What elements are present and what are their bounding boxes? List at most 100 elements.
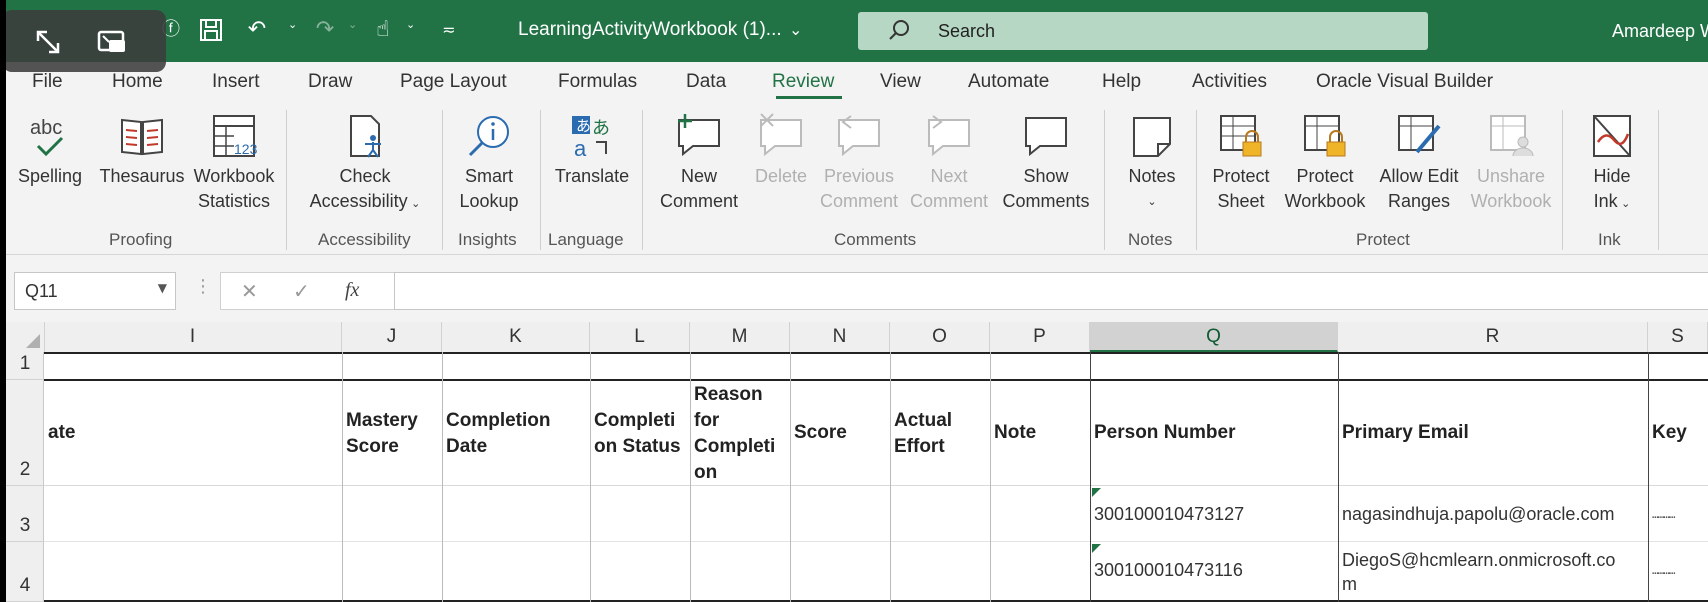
show-comments-button[interactable]: Show Comments (998, 112, 1094, 214)
allow-edit-ranges-button[interactable]: Allow Edit Ranges (1374, 112, 1464, 214)
header-cell-completion-date[interactable]: Completion Date (446, 408, 551, 460)
column-header-s[interactable]: S (1648, 322, 1708, 352)
more-options-icon[interactable]: ⋮ (194, 276, 212, 297)
tab-activities[interactable]: Activities (1192, 71, 1267, 93)
unshare-workbook-button[interactable]: Unshare Workbook (1466, 112, 1556, 214)
protect-workbook-button[interactable]: Protect Workbook (1280, 112, 1370, 214)
formula-input[interactable] (394, 272, 1708, 310)
undo-icon[interactable]: ↶ (242, 14, 272, 46)
header-cell-primary-email[interactable]: Primary Email (1342, 420, 1469, 446)
column-header-j[interactable]: J (342, 322, 442, 352)
header-cell-mastery-score[interactable]: Mastery Score (346, 408, 418, 460)
allow-edit-ranges-icon (1398, 115, 1441, 154)
svg-text:あ: あ (576, 118, 591, 135)
unshare-workbook-icon (1490, 115, 1534, 157)
picture-in-picture-icon[interactable] (94, 26, 130, 58)
expand-icon[interactable] (30, 26, 66, 58)
column-header-p[interactable]: P (990, 322, 1090, 352)
hide-ink-button[interactable]: Hide Ink ⌄ (1574, 112, 1650, 216)
insert-function-icon[interactable]: fx (345, 279, 359, 302)
tab-view[interactable]: View (880, 71, 921, 93)
chevron-down-icon: ⌄ (1617, 197, 1631, 210)
search-box[interactable]: Search (858, 12, 1428, 50)
row-border (44, 485, 1708, 486)
cell-primary-email[interactable]: nagasindhuja.papolu@oracle.com (1342, 504, 1614, 525)
column-border (442, 352, 443, 602)
row-header-1[interactable]: 1 (6, 352, 44, 380)
header-cell-score[interactable]: Score (794, 420, 847, 446)
tab-oracle-visual-builder[interactable]: Oracle Visual Builder (1316, 71, 1493, 93)
tab-review[interactable]: Review (772, 71, 834, 93)
name-box[interactable]: Q11 ▼ (14, 272, 176, 310)
document-title-dropdown-icon[interactable]: ⌄ (789, 20, 802, 39)
column-header-m[interactable]: M (690, 322, 790, 352)
touch-mode-dropdown-icon[interactable]: ⌄ (406, 18, 415, 31)
protect-sheet-icon (1220, 115, 1262, 157)
header-cell-i[interactable]: ate (48, 420, 75, 446)
thesaurus-button[interactable]: Thesaurus (98, 112, 186, 189)
tab-automate[interactable]: Automate (968, 71, 1049, 93)
redo-icon[interactable]: ↷ (310, 14, 340, 46)
undo-dropdown-icon[interactable]: ⌄ (288, 18, 297, 31)
header-cell-person-number[interactable]: Person Number (1094, 420, 1235, 446)
column-header-r[interactable]: R (1338, 322, 1648, 352)
tab-help[interactable]: Help (1102, 71, 1141, 93)
smart-lookup-button[interactable]: Smart Lookup (452, 112, 526, 214)
previous-comment-button[interactable]: Previous Comment (816, 112, 902, 214)
spelling-button[interactable]: abc Spelling (18, 112, 82, 189)
column-header-k[interactable]: K (442, 322, 590, 352)
row-header-3[interactable]: 3 (6, 486, 44, 542)
column-header-o[interactable]: O (890, 322, 990, 352)
tab-page-layout[interactable]: Page Layout (400, 71, 507, 93)
next-comment-button[interactable]: Next Comment (906, 112, 992, 214)
column-border (790, 352, 791, 602)
protect-sheet-button[interactable]: Protect Sheet (1206, 112, 1276, 214)
document-title[interactable]: LearningActivityWorkbook (1)... (518, 19, 782, 41)
workbook-statistics-button[interactable]: 123 Workbook Statistics (186, 112, 282, 214)
group-separator (1104, 110, 1105, 250)
header-cell-key[interactable]: Key (1652, 420, 1687, 446)
header-cell-reason-for-completion[interactable]: Reason for Completi on (694, 382, 775, 486)
column-header-i[interactable]: I (44, 322, 342, 352)
name-box-dropdown-icon[interactable]: ▼ (158, 281, 167, 295)
redo-dropdown-icon[interactable]: ⌄ (348, 18, 357, 31)
cell-person-number[interactable]: 300100010473127 (1094, 504, 1244, 525)
cell-primary-email[interactable]: DiegoS@hcmlearn.onmicrosoft.co m (1342, 548, 1615, 596)
column-header-n[interactable]: N (790, 322, 890, 352)
header-cell-note[interactable]: Note (994, 420, 1036, 446)
new-comment-button[interactable]: New Comment (654, 112, 744, 214)
check-accessibility-button[interactable]: Check Accessibility ⌄ (302, 112, 428, 216)
header-cell-actual-effort[interactable]: Actual Effort (894, 408, 952, 460)
group-label-insights: Insights (458, 230, 517, 249)
column-header-q[interactable]: Q (1090, 322, 1338, 352)
delete-comment-button[interactable]: Delete (750, 112, 812, 189)
row-header-2[interactable]: 2 (6, 380, 44, 486)
svg-text:あ: あ (592, 118, 610, 139)
header-cell-completion-status[interactable]: Completi on Status (594, 408, 681, 460)
ribbon-tabs: File Home Insert Draw Page Layout Formul… (6, 62, 1708, 102)
notes-button[interactable]: Notes ⌄ (1116, 112, 1188, 214)
tab-insert[interactable]: Insert (212, 71, 260, 93)
tab-data[interactable]: Data (686, 71, 726, 93)
customize-toolbar-icon[interactable]: ≂ (434, 14, 464, 46)
save-icon[interactable] (196, 14, 226, 46)
enter-icon[interactable]: ✓ (293, 279, 310, 303)
cell-key[interactable]: ………… (1652, 564, 1675, 577)
translate-button[interactable]: ああa Translate (550, 112, 634, 189)
error-indicator-icon (1092, 488, 1101, 497)
cell-key[interactable]: ………… (1652, 508, 1675, 521)
cell-person-number[interactable]: 300100010473116 (1094, 560, 1243, 581)
touch-mode-icon[interactable]: ☝ (368, 14, 398, 46)
tab-formulas[interactable]: Formulas (558, 71, 637, 93)
tab-draw[interactable]: Draw (308, 71, 352, 93)
formula-bar: Q11 ▼ ⋮ ✕ ✓ fx (6, 262, 1708, 314)
group-separator (1196, 110, 1197, 250)
cancel-icon[interactable]: ✕ (241, 279, 258, 303)
user-name[interactable]: Amardeep W (1612, 21, 1708, 42)
tab-home[interactable]: Home (112, 71, 163, 93)
select-all-corner[interactable] (6, 322, 45, 352)
column-header-l[interactable]: L (590, 322, 690, 352)
tab-file[interactable]: File (32, 71, 63, 93)
column-border (1648, 352, 1649, 602)
row-header-4[interactable]: 4 (6, 542, 44, 602)
